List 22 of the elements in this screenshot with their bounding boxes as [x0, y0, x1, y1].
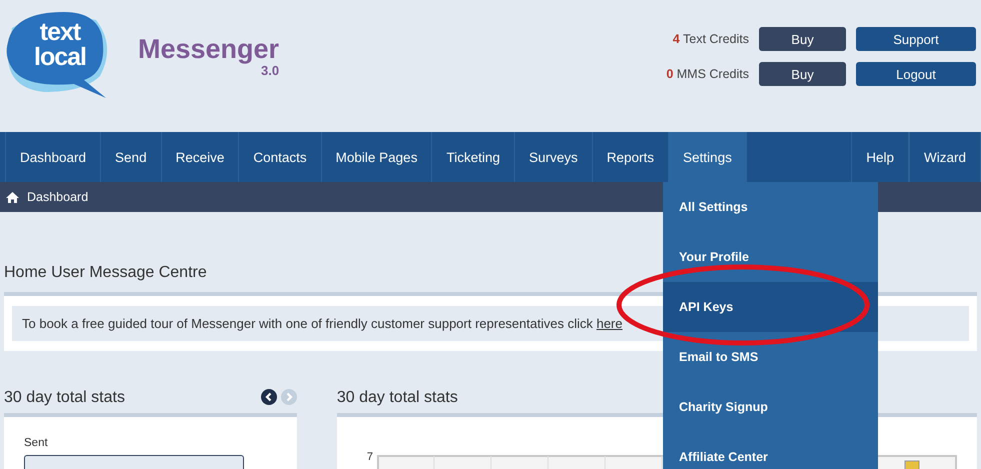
support-button[interactable]: Support	[856, 27, 976, 51]
nav-tab[interactable]: Settings	[669, 132, 747, 182]
page-title: Home User Message Centre	[4, 264, 208, 283]
buy-button[interactable]: Buy	[759, 27, 846, 51]
sent-label: Sent	[24, 437, 49, 449]
section-title: 30 day total stats	[336, 389, 458, 407]
home-icon	[6, 192, 19, 202]
axis-tick: 7	[366, 451, 373, 465]
breadcrumb-link[interactable]: Dashboard	[27, 190, 88, 204]
nav-tab[interactable]: Help	[851, 132, 909, 182]
credits-label: 0 MMS Credits	[666, 67, 749, 81]
tour-link[interactable]: here	[596, 316, 622, 331]
product-version: 3.0	[261, 64, 280, 78]
menu-item[interactable]: API Keys	[663, 282, 878, 332]
logout-button[interactable]: Logout	[856, 62, 976, 86]
section-title: 30 day total stats	[4, 389, 125, 407]
product-name: Messenger	[138, 34, 280, 64]
buy-button[interactable]: Buy	[759, 62, 846, 86]
previous-icon[interactable]	[260, 389, 277, 405]
credits-label: 4 Text Credits	[672, 32, 749, 46]
nav-tab[interactable]: Dashboard	[5, 132, 102, 182]
nav-tab[interactable]: Wizard	[908, 132, 981, 182]
